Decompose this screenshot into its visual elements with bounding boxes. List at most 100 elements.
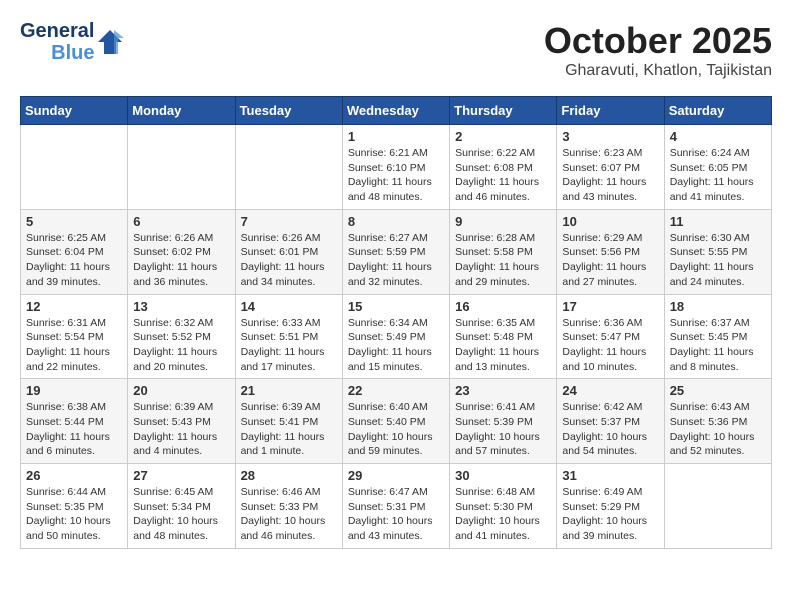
weekday-header-tuesday: Tuesday [235, 97, 342, 125]
calendar-week-row: 12 Sunrise: 6:31 AM Sunset: 5:54 PM Dayli… [21, 294, 772, 379]
day-number: 15 [348, 299, 444, 314]
logo-blue: Blue [51, 42, 94, 64]
weekday-header-friday: Friday [557, 97, 664, 125]
day-info: Sunrise: 6:48 AM Sunset: 5:30 PM Dayligh… [455, 485, 551, 544]
calendar-cell [235, 125, 342, 210]
calendar-cell: 26 Sunrise: 6:44 AM Sunset: 5:35 PM Dayli… [21, 464, 128, 549]
day-info: Sunrise: 6:23 AM Sunset: 6:07 PM Dayligh… [562, 146, 658, 205]
calendar-cell [128, 125, 235, 210]
weekday-header-saturday: Saturday [664, 97, 771, 125]
calendar-cell: 12 Sunrise: 6:31 AM Sunset: 5:54 PM Dayli… [21, 294, 128, 379]
day-number: 18 [670, 299, 766, 314]
day-info: Sunrise: 6:22 AM Sunset: 6:08 PM Dayligh… [455, 146, 551, 205]
day-info: Sunrise: 6:40 AM Sunset: 5:40 PM Dayligh… [348, 400, 444, 459]
day-info: Sunrise: 6:36 AM Sunset: 5:47 PM Dayligh… [562, 316, 658, 375]
weekday-header-monday: Monday [128, 97, 235, 125]
calendar-cell: 7 Sunrise: 6:26 AM Sunset: 6:01 PM Daylig… [235, 209, 342, 294]
calendar-cell: 11Sunrise: 6:30 AM Sunset: 5:55 PM Dayli… [664, 209, 771, 294]
day-info: Sunrise: 6:34 AM Sunset: 5:49 PM Dayligh… [348, 316, 444, 375]
day-info: Sunrise: 6:44 AM Sunset: 5:35 PM Dayligh… [26, 485, 122, 544]
header: General Blue October 2025 Gharavuti, Kha… [20, 20, 772, 80]
calendar-cell: 5Sunrise: 6:25 AM Sunset: 6:04 PM Daylig… [21, 209, 128, 294]
day-number: 14 [241, 299, 337, 314]
day-number: 30 [455, 468, 551, 483]
day-number: 7 [241, 214, 337, 229]
day-number: 13 [133, 299, 229, 314]
day-number: 26 [26, 468, 122, 483]
calendar-week-row: 19 Sunrise: 6:38 AM Sunset: 5:44 PM Dayli… [21, 379, 772, 464]
day-number: 12 [26, 299, 122, 314]
calendar-cell: 16Sunrise: 6:35 AM Sunset: 5:48 PM Dayli… [450, 294, 557, 379]
day-info: Sunrise: 6:26 AM Sunset: 6:01 PM Dayligh… [241, 231, 337, 290]
calendar-cell: 13 Sunrise: 6:32 AM Sunset: 5:52 PM Dayli… [128, 294, 235, 379]
calendar-cell: 15 Sunrise: 6:34 AM Sunset: 5:49 PM Dayli… [342, 294, 449, 379]
calendar-cell: 30 Sunrise: 6:48 AM Sunset: 5:30 PM Dayli… [450, 464, 557, 549]
day-info: Sunrise: 6:39 AM Sunset: 5:41 PM Dayligh… [241, 400, 337, 459]
day-info: Sunrise: 6:47 AM Sunset: 5:31 PM Dayligh… [348, 485, 444, 544]
day-number: 31 [562, 468, 658, 483]
calendar-cell: 18Sunrise: 6:37 AM Sunset: 5:45 PM Dayli… [664, 294, 771, 379]
day-info: Sunrise: 6:38 AM Sunset: 5:44 PM Dayligh… [26, 400, 122, 459]
calendar-cell: 14 Sunrise: 6:33 AM Sunset: 5:51 PM Dayli… [235, 294, 342, 379]
day-number: 22 [348, 383, 444, 398]
day-info: Sunrise: 6:43 AM Sunset: 5:36 PM Dayligh… [670, 400, 766, 459]
day-number: 1 [348, 129, 444, 144]
day-number: 27 [133, 468, 229, 483]
title-area: October 2025 Gharavuti, Khatlon, Tajikis… [544, 20, 772, 80]
calendar-cell: 28Sunrise: 6:46 AM Sunset: 5:33 PM Dayli… [235, 464, 342, 549]
day-info: Sunrise: 6:35 AM Sunset: 5:48 PM Dayligh… [455, 316, 551, 375]
logo-general: General [20, 20, 94, 42]
calendar-cell: 9Sunrise: 6:28 AM Sunset: 5:58 PM Daylig… [450, 209, 557, 294]
calendar-cell: 6 Sunrise: 6:26 AM Sunset: 6:02 PM Daylig… [128, 209, 235, 294]
day-info: Sunrise: 6:28 AM Sunset: 5:58 PM Dayligh… [455, 231, 551, 290]
calendar-cell: 19 Sunrise: 6:38 AM Sunset: 5:44 PM Dayli… [21, 379, 128, 464]
calendar-table: SundayMondayTuesdayWednesdayThursdayFrid… [20, 96, 772, 549]
calendar-cell: 4 Sunrise: 6:24 AM Sunset: 6:05 PM Daylig… [664, 125, 771, 210]
day-number: 3 [562, 129, 658, 144]
calendar-cell: 24Sunrise: 6:42 AM Sunset: 5:37 PM Dayli… [557, 379, 664, 464]
day-info: Sunrise: 6:29 AM Sunset: 5:56 PM Dayligh… [562, 231, 658, 290]
calendar-cell: 17 Sunrise: 6:36 AM Sunset: 5:47 PM Dayli… [557, 294, 664, 379]
calendar-cell: 20Sunrise: 6:39 AM Sunset: 5:43 PM Dayli… [128, 379, 235, 464]
day-info: Sunrise: 6:39 AM Sunset: 5:43 PM Dayligh… [133, 400, 229, 459]
day-number: 2 [455, 129, 551, 144]
logo-icon [96, 28, 124, 56]
calendar-week-row: 1 Sunrise: 6:21 AM Sunset: 6:10 PM Daylig… [21, 125, 772, 210]
day-info: Sunrise: 6:27 AM Sunset: 5:59 PM Dayligh… [348, 231, 444, 290]
weekday-header-row: SundayMondayTuesdayWednesdayThursdayFrid… [21, 97, 772, 125]
day-number: 25 [670, 383, 766, 398]
day-info: Sunrise: 6:31 AM Sunset: 5:54 PM Dayligh… [26, 316, 122, 375]
day-info: Sunrise: 6:21 AM Sunset: 6:10 PM Dayligh… [348, 146, 444, 205]
calendar-week-row: 26 Sunrise: 6:44 AM Sunset: 5:35 PM Dayli… [21, 464, 772, 549]
calendar-cell: 31 Sunrise: 6:49 AM Sunset: 5:29 PM Dayli… [557, 464, 664, 549]
day-number: 4 [670, 129, 766, 144]
weekday-header-thursday: Thursday [450, 97, 557, 125]
calendar-cell: 8Sunrise: 6:27 AM Sunset: 5:59 PM Daylig… [342, 209, 449, 294]
day-info: Sunrise: 6:49 AM Sunset: 5:29 PM Dayligh… [562, 485, 658, 544]
day-number: 19 [26, 383, 122, 398]
calendar-cell: 1 Sunrise: 6:21 AM Sunset: 6:10 PM Daylig… [342, 125, 449, 210]
day-number: 21 [241, 383, 337, 398]
calendar-cell: 27Sunrise: 6:45 AM Sunset: 5:34 PM Dayli… [128, 464, 235, 549]
day-info: Sunrise: 6:32 AM Sunset: 5:52 PM Dayligh… [133, 316, 229, 375]
day-number: 23 [455, 383, 551, 398]
day-info: Sunrise: 6:33 AM Sunset: 5:51 PM Dayligh… [241, 316, 337, 375]
calendar-cell: 29 Sunrise: 6:47 AM Sunset: 5:31 PM Dayli… [342, 464, 449, 549]
weekday-header-wednesday: Wednesday [342, 97, 449, 125]
day-number: 17 [562, 299, 658, 314]
day-info: Sunrise: 6:42 AM Sunset: 5:37 PM Dayligh… [562, 400, 658, 459]
day-info: Sunrise: 6:30 AM Sunset: 5:55 PM Dayligh… [670, 231, 766, 290]
calendar-week-row: 5Sunrise: 6:25 AM Sunset: 6:04 PM Daylig… [21, 209, 772, 294]
calendar-cell: 23 Sunrise: 6:41 AM Sunset: 5:39 PM Dayli… [450, 379, 557, 464]
day-number: 6 [133, 214, 229, 229]
day-info: Sunrise: 6:41 AM Sunset: 5:39 PM Dayligh… [455, 400, 551, 459]
day-info: Sunrise: 6:25 AM Sunset: 6:04 PM Dayligh… [26, 231, 122, 290]
calendar-cell: 21 Sunrise: 6:39 AM Sunset: 5:41 PM Dayli… [235, 379, 342, 464]
day-info: Sunrise: 6:26 AM Sunset: 6:02 PM Dayligh… [133, 231, 229, 290]
day-number: 29 [348, 468, 444, 483]
day-number: 10 [562, 214, 658, 229]
day-info: Sunrise: 6:24 AM Sunset: 6:05 PM Dayligh… [670, 146, 766, 205]
calendar-cell: 2 Sunrise: 6:22 AM Sunset: 6:08 PM Daylig… [450, 125, 557, 210]
calendar-cell [664, 464, 771, 549]
location-title: Gharavuti, Khatlon, Tajikistan [544, 62, 772, 80]
